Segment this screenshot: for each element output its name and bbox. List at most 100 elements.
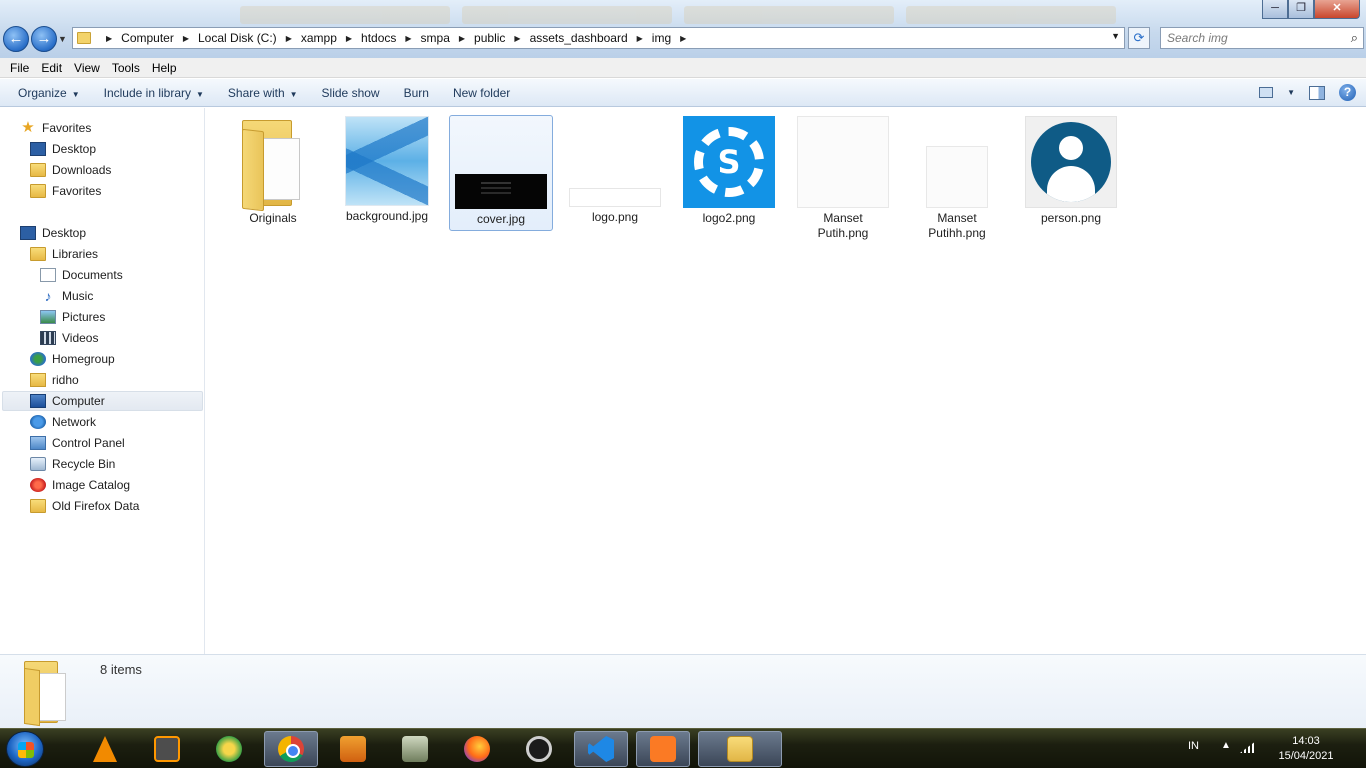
windows-logo-icon (18, 742, 34, 758)
nav-favorites-folder[interactable]: Favorites (30, 181, 101, 201)
chevron-down-icon: ▼ (196, 89, 204, 99)
taskbar-media-player[interactable] (326, 731, 380, 767)
taskbar-firefox[interactable] (450, 731, 504, 767)
chevron-right-icon[interactable]: ▶ (106, 34, 112, 43)
taskbar-system-monitor[interactable] (388, 731, 442, 767)
breadcrumb-public[interactable]: public (474, 31, 505, 45)
file-item-manset-putih[interactable]: Manset Putih.png (791, 116, 895, 241)
maximize-button[interactable]: ❐ (1288, 0, 1314, 19)
file-item-originals[interactable]: Originals (221, 116, 325, 226)
slide-show-button[interactable]: Slide show (314, 86, 388, 100)
change-view-icon[interactable] (1259, 87, 1274, 98)
close-button[interactable]: ✕ (1314, 0, 1360, 19)
search-icon[interactable]: ⌕ (1351, 30, 1358, 46)
media-player-icon (340, 736, 366, 762)
chevron-right-icon[interactable]: ▶ (183, 34, 189, 43)
film-strip-icon (40, 331, 56, 345)
taskbar-sublime[interactable] (140, 731, 194, 767)
file-name: Manset Putih.png (817, 211, 869, 240)
nav-favorites-desktop[interactable]: Desktop (30, 139, 96, 159)
breadcrumb-xampp[interactable]: xampp (301, 31, 337, 45)
taskbar-vscode[interactable] (574, 731, 628, 767)
file-name: cover.jpg (476, 212, 526, 226)
chevron-right-icon[interactable]: ▶ (405, 34, 411, 43)
network-icon (30, 415, 46, 429)
nav-favorites[interactable]: ★ Favorites (20, 118, 91, 138)
file-item-cover[interactable]: cover.jpg (449, 115, 553, 231)
file-item-logo[interactable]: logo.png (563, 116, 667, 225)
breadcrumb-assets-dashboard[interactable]: assets_dashboard (530, 31, 628, 45)
address-bar[interactable]: ▶ Computer ▶ Local Disk (C:) ▶ xampp ▶ htdo… (72, 27, 1125, 49)
back-button[interactable]: ← (3, 26, 29, 52)
nav-image-catalog[interactable]: Image Catalog (30, 475, 130, 495)
menu-file[interactable]: File (4, 61, 35, 75)
file-name: logo2.png (702, 211, 756, 225)
search-input[interactable]: Search img ⌕ (1160, 27, 1364, 49)
nav-documents[interactable]: Documents (40, 265, 123, 285)
forward-button[interactable]: → (31, 26, 57, 52)
language-indicator[interactable]: IN (1188, 740, 1199, 752)
nav-old-firefox-data[interactable]: Old Firefox Data (30, 496, 139, 516)
organize-button[interactable]: Organize ▼ (10, 86, 88, 100)
nav-desktop[interactable]: Desktop (20, 223, 86, 243)
vlc-icon (93, 736, 117, 762)
nav-computer[interactable]: Computer (2, 391, 203, 411)
chevron-right-icon[interactable]: ▶ (514, 34, 520, 43)
breadcrumb-img[interactable]: img (652, 31, 671, 45)
nav-control-panel[interactable]: Control Panel (30, 433, 125, 453)
vscode-icon (588, 736, 614, 762)
file-item-logo2[interactable]: S logo2.png (677, 116, 781, 226)
menu-tools[interactable]: Tools (106, 61, 146, 75)
breadcrumb-smpa[interactable]: smpa (421, 31, 450, 45)
new-folder-button[interactable]: New folder (445, 86, 518, 100)
chevron-down-icon[interactable]: ▼ (1287, 88, 1295, 97)
nav-homegroup[interactable]: Homegroup (30, 349, 115, 369)
file-item-background[interactable]: background.jpg (335, 116, 439, 224)
taskbar-vlc[interactable] (78, 731, 132, 767)
breadcrumb-computer[interactable]: Computer (121, 31, 174, 45)
image-thumbnail (345, 116, 429, 206)
breadcrumb-htdocs[interactable]: htdocs (361, 31, 396, 45)
breadcrumb-local-disk[interactable]: Local Disk (C:) (198, 31, 277, 45)
nav-music[interactable]: ♪ Music (40, 286, 94, 306)
preview-pane-icon[interactable] (1309, 85, 1325, 100)
chevron-right-icon[interactable]: ▶ (637, 34, 643, 43)
nav-downloads[interactable]: Downloads (30, 160, 111, 180)
image-catalog-icon (30, 478, 46, 492)
chevron-right-icon[interactable]: ▶ (459, 34, 465, 43)
include-in-library-button[interactable]: Include in library ▼ (96, 86, 212, 100)
file-item-person[interactable]: person.png (1019, 116, 1123, 226)
nav-pictures[interactable]: Pictures (40, 307, 105, 327)
menu-help[interactable]: Help (146, 61, 183, 75)
clock[interactable]: 14:03 15/04/2021 (1271, 734, 1341, 764)
taskbar-map-app[interactable] (202, 731, 256, 767)
show-hidden-icons-icon[interactable]: ▲ (1221, 740, 1231, 751)
burn-button[interactable]: Burn (396, 86, 437, 100)
chevron-right-icon[interactable]: ▶ (346, 34, 352, 43)
recent-pages-dropdown-icon[interactable]: ▼ (58, 34, 67, 44)
image-thumbnail (569, 188, 661, 207)
nav-recycle-bin[interactable]: Recycle Bin (30, 454, 115, 474)
taskbar-chrome[interactable] (264, 731, 318, 767)
nav-videos[interactable]: Videos (40, 328, 98, 348)
image-thumbnail (926, 146, 988, 208)
taskbar-xampp[interactable] (636, 731, 690, 767)
network-signal-icon[interactable] (1240, 741, 1256, 753)
start-button[interactable] (6, 731, 44, 767)
nav-libraries[interactable]: Libraries (30, 244, 98, 264)
nav-network[interactable]: Network (30, 412, 96, 432)
chevron-right-icon[interactable]: ▶ (286, 34, 292, 43)
chevron-right-icon[interactable]: ▶ (680, 34, 686, 43)
file-item-manset-putihh[interactable]: Manset Putihh.png (905, 116, 1009, 241)
menu-view[interactable]: View (68, 61, 106, 75)
address-dropdown-icon[interactable]: ▼ (1111, 31, 1120, 41)
share-with-button[interactable]: Share with ▼ (220, 86, 306, 100)
help-icon[interactable]: ? (1339, 84, 1356, 101)
nav-user-ridho[interactable]: ridho (30, 370, 79, 390)
firefox-icon (464, 736, 490, 762)
taskbar-windows-explorer[interactable] (698, 731, 782, 767)
taskbar-obs[interactable] (512, 731, 566, 767)
minimize-button[interactable]: ─ (1262, 0, 1288, 19)
menu-edit[interactable]: Edit (35, 61, 68, 75)
refresh-icon[interactable]: ⟳ (1128, 27, 1150, 49)
